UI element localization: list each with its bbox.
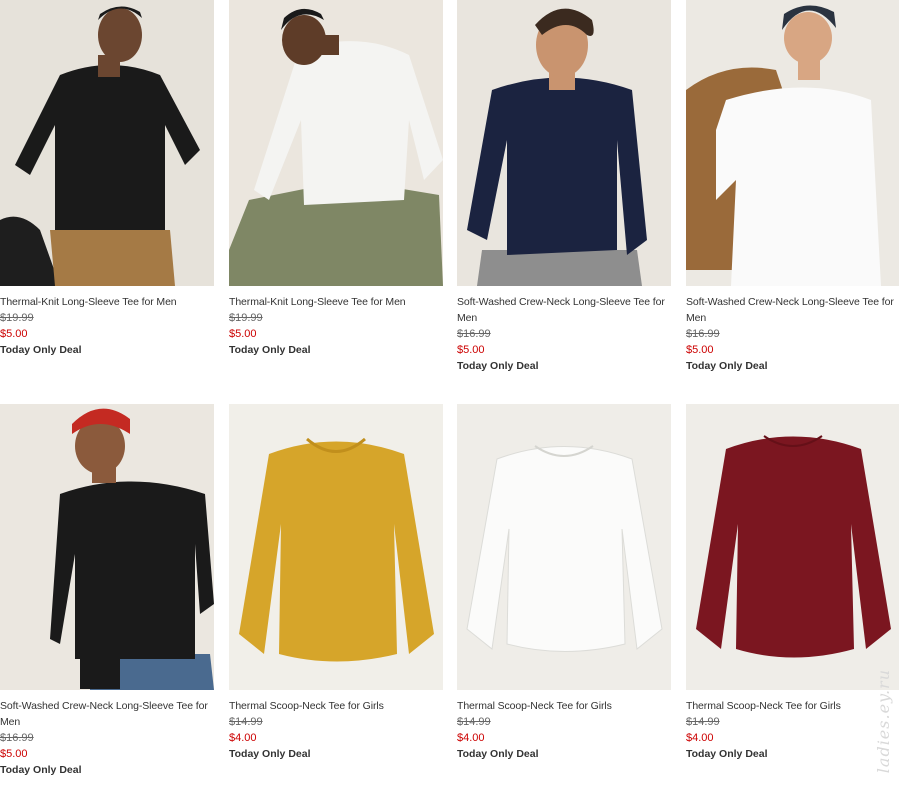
deal-badge: Today Only Deal (457, 748, 539, 760)
product-card[interactable]: Thermal Scoop-Neck Tee for Girls $14.99 … (229, 404, 443, 762)
deal-badge: Today Only Deal (229, 344, 311, 356)
product-card[interactable]: Soft-Washed Crew-Neck Long-Sleeve Tee fo… (0, 404, 214, 778)
product-card[interactable]: Thermal-Knit Long-Sleeve Tee for Men $19… (0, 0, 214, 358)
original-price: $19.99 (229, 312, 263, 324)
original-price: $14.99 (686, 716, 720, 728)
product-image[interactable] (0, 404, 214, 690)
product-name[interactable]: Thermal-Knit Long-Sleeve Tee for Men (229, 294, 443, 310)
original-price: $16.99 (686, 328, 720, 340)
original-price: $16.99 (0, 732, 34, 744)
deal-badge: Today Only Deal (457, 360, 539, 372)
deal-badge: Today Only Deal (229, 748, 311, 760)
product-card[interactable]: Soft-Washed Crew-Neck Long-Sleeve Tee fo… (457, 0, 671, 374)
sale-price: $4.00 (686, 732, 714, 744)
product-card[interactable]: Thermal-Knit Long-Sleeve Tee for Men $19… (229, 0, 443, 358)
original-price: $14.99 (229, 716, 263, 728)
product-image[interactable] (457, 0, 671, 286)
sale-price: $5.00 (686, 344, 714, 356)
deal-badge: Today Only Deal (0, 764, 82, 776)
product-name[interactable]: Soft-Washed Crew-Neck Long-Sleeve Tee fo… (457, 294, 671, 326)
deal-badge: Today Only Deal (686, 748, 768, 760)
product-card[interactable]: Soft-Washed Crew-Neck Long-Sleeve Tee fo… (686, 0, 899, 374)
product-card[interactable]: Thermal Scoop-Neck Tee for Girls $14.99 … (686, 404, 899, 762)
product-image[interactable] (229, 0, 443, 286)
product-image[interactable] (686, 404, 899, 690)
product-image[interactable] (0, 0, 214, 286)
original-price: $19.99 (0, 312, 34, 324)
original-price: $16.99 (457, 328, 491, 340)
product-image[interactable] (686, 0, 899, 286)
sale-price: $4.00 (457, 732, 485, 744)
deal-badge: Today Only Deal (0, 344, 82, 356)
product-grid: Thermal-Knit Long-Sleeve Tee for Men $19… (0, 0, 899, 785)
sale-price: $5.00 (457, 344, 485, 356)
product-name[interactable]: Soft-Washed Crew-Neck Long-Sleeve Tee fo… (686, 294, 899, 326)
product-name[interactable]: Thermal Scoop-Neck Tee for Girls (229, 698, 443, 714)
sale-price: $4.00 (229, 732, 257, 744)
sale-price: $5.00 (229, 328, 257, 340)
original-price: $14.99 (457, 716, 491, 728)
sale-price: $5.00 (0, 328, 28, 340)
product-name[interactable]: Thermal Scoop-Neck Tee for Girls (686, 698, 899, 714)
product-name[interactable]: Thermal-Knit Long-Sleeve Tee for Men (0, 294, 214, 310)
product-name[interactable]: Thermal Scoop-Neck Tee for Girls (457, 698, 671, 714)
product-name[interactable]: Soft-Washed Crew-Neck Long-Sleeve Tee fo… (0, 698, 214, 730)
sale-price: $5.00 (0, 748, 28, 760)
product-image[interactable] (229, 404, 443, 690)
deal-badge: Today Only Deal (686, 360, 768, 372)
watermark: ladies.ey.ru (874, 668, 893, 773)
product-image[interactable] (457, 404, 671, 690)
product-card[interactable]: Thermal Scoop-Neck Tee for Girls $14.99 … (457, 404, 671, 762)
